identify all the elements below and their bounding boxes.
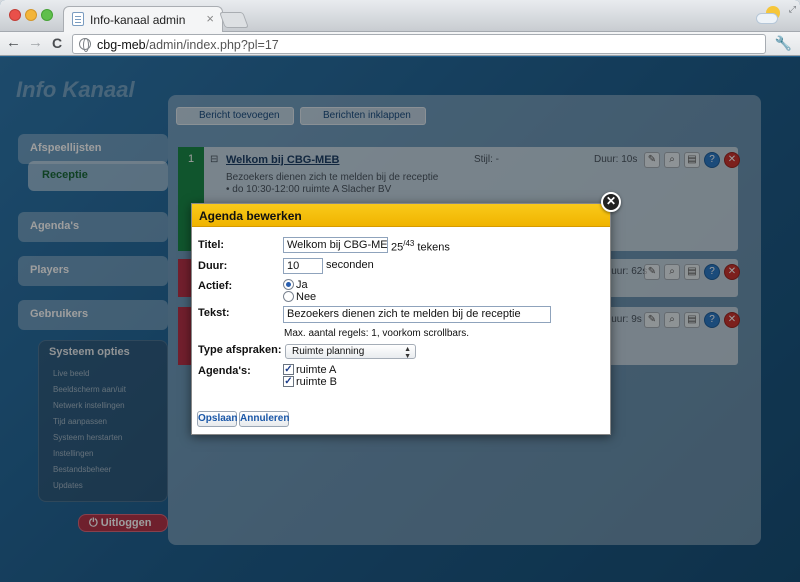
address-bar[interactable]: cbg-meb/admin/index.php?pl=17 <box>72 34 766 54</box>
save-button[interactable]: Opslaan <box>197 411 237 427</box>
title-label: Titel: <box>198 239 225 251</box>
select-arrow-icon: ▲ ▼ <box>404 346 411 360</box>
agenda-a-label: ruimte A <box>296 364 337 376</box>
cloud-icon <box>756 13 778 24</box>
tab-title: Info-kanaal admin <box>90 13 186 27</box>
active-yes-label: Ja <box>296 279 308 291</box>
title-char-count: 25/43 tekens <box>391 239 450 254</box>
agenda-b-checkbox[interactable]: ✓ <box>283 376 294 387</box>
active-no-label: Nee <box>296 291 317 303</box>
close-window-button[interactable] <box>9 9 21 21</box>
type-label: Type afspraken: <box>198 344 282 356</box>
text-label: Tekst: <box>198 307 230 319</box>
appointment-type-value: Ruimte planning <box>292 346 365 357</box>
fullscreen-icon[interactable]: ⤢ <box>789 4 796 15</box>
cancel-button[interactable]: Annuleren <box>239 411 289 427</box>
browser-toolbar: ← → C cbg-meb/admin/index.php?pl=17 🔧 <box>0 32 800 56</box>
url-text[interactable]: cbg-meb/admin/index.php?pl=17 <box>97 38 279 52</box>
weather-icon[interactable] <box>756 6 782 26</box>
agendas-label: Agenda's: <box>198 365 251 377</box>
text-input[interactable]: Bezoekers dienen zich te melden bij de r… <box>283 306 551 323</box>
forward-icon[interactable]: → <box>28 35 43 51</box>
zoom-window-button[interactable] <box>41 9 53 21</box>
text-hint: Max. aantal regels: 1, voorkom scrollbar… <box>284 328 470 339</box>
duration-input[interactable]: 10 <box>283 258 323 274</box>
back-icon[interactable]: ← <box>6 35 21 51</box>
close-dialog-icon[interactable]: ✕ <box>601 192 621 212</box>
new-tab-button[interactable] <box>219 12 249 28</box>
wrench-icon[interactable]: 🔧 <box>775 35 792 52</box>
active-no-radio[interactable] <box>283 291 294 302</box>
duration-label: Duur: <box>198 260 228 272</box>
tab-close-icon[interactable]: × <box>206 11 214 26</box>
agenda-b-label: ruimte B <box>296 376 337 388</box>
reload-icon[interactable]: C <box>52 35 62 51</box>
title-bar: Info-kanaal admin × ⤢ <box>0 0 800 32</box>
title-input[interactable]: Welkom bij CBG-MEB <box>283 237 388 253</box>
dialog-title: Agenda bewerken <box>192 204 610 227</box>
browser-tab[interactable]: Info-kanaal admin × <box>63 6 223 32</box>
active-yes-radio[interactable] <box>283 279 294 290</box>
duration-unit: seconden <box>326 259 374 271</box>
active-label: Actief: <box>198 280 233 292</box>
agenda-a-checkbox[interactable]: ✓ <box>283 364 294 375</box>
page-icon <box>72 12 84 26</box>
browser-window: Info-kanaal admin × ⤢ ← → C cbg-meb/admi… <box>0 0 800 582</box>
minimize-window-button[interactable] <box>25 9 37 21</box>
appointment-type-select[interactable]: Ruimte planning ▲ ▼ <box>285 344 416 360</box>
globe-icon <box>79 38 91 52</box>
